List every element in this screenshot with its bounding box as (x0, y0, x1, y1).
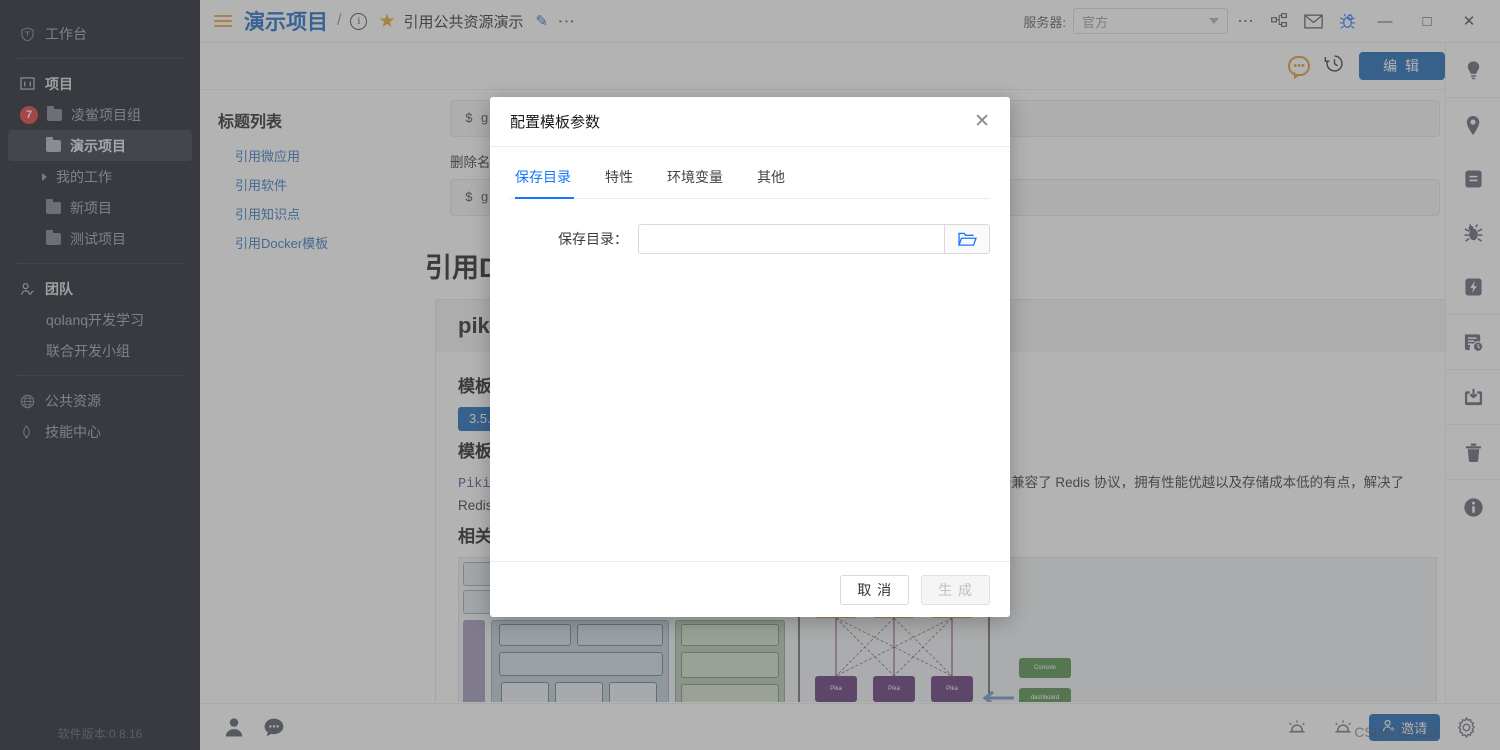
tab-features[interactable]: 特性 (588, 161, 650, 198)
tab-environment-variables[interactable]: 环境变量 (650, 161, 740, 198)
save-directory-input[interactable] (638, 224, 945, 254)
save-directory-label: 保存目录： (558, 231, 629, 247)
tab-save-directory[interactable]: 保存目录 (510, 161, 588, 199)
close-icon[interactable]: ✕ (974, 112, 990, 131)
folder-open-icon (957, 232, 977, 246)
dialog-footer: 取 消 生 成 (490, 561, 1010, 617)
cancel-button[interactable]: 取 消 (840, 574, 910, 605)
dialog-header: 配置模板参数 ✕ (490, 97, 1010, 147)
dialog-title: 配置模板参数 (510, 114, 601, 131)
browse-folder-button[interactable] (944, 224, 990, 254)
config-template-params-dialog: 配置模板参数 ✕ 保存目录 特性 环境变量 其他 保存目录： 取 消 生 成 (490, 97, 1010, 617)
tab-other[interactable]: 其他 (740, 161, 802, 198)
dialog-body: 保存目录 特性 环境变量 其他 保存目录： (490, 147, 1010, 561)
save-directory-row: 保存目录： (510, 224, 990, 254)
app-root: 工作台 项目 7 凌鲎项目组 演示项目 我的工作 新项目 测试项目 团队 qol… (0, 0, 1500, 750)
generate-button[interactable]: 生 成 (921, 574, 990, 605)
dialog-tabs: 保存目录 特性 环境变量 其他 (510, 161, 990, 199)
